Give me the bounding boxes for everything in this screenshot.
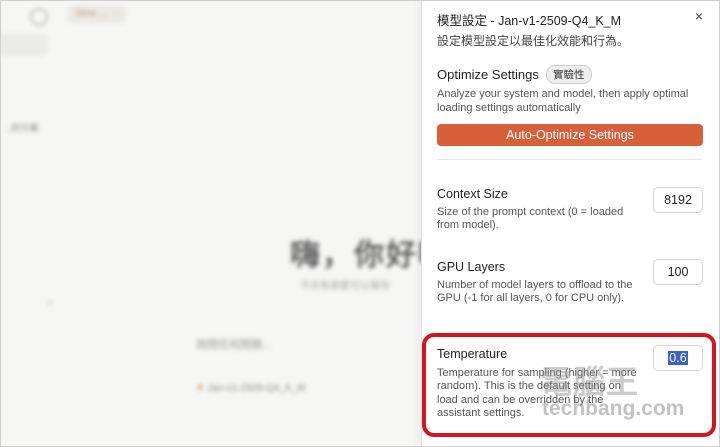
model-settings-panel: 模型設定 - Jan-v1-2509-Q4_K_M × 設定模型設定以最佳化效能… <box>421 0 719 447</box>
temperature-title: Temperature <box>437 347 508 361</box>
gpu-layers-input[interactable]: 100 <box>653 259 703 285</box>
sidebar-toggle-icon[interactable] <box>30 8 48 26</box>
sidebar-item[interactable] <box>0 34 48 56</box>
temperature-value-selected: 0.6 <box>668 351 688 365</box>
context-size-input[interactable]: 8192 <box>653 187 703 213</box>
divider <box>437 159 703 160</box>
close-icon[interactable]: × <box>695 8 703 24</box>
thread-tab[interactable]: New ... <box>68 5 126 23</box>
panel-title: 模型設定 - Jan-v1-2509-Q4_K_M <box>437 14 622 28</box>
auto-optimize-button[interactable]: Auto-Optimize Settings <box>437 124 703 146</box>
optimize-description: Analyze your system and model, then appl… <box>437 88 689 114</box>
greeting-subtitle: 今天有甚麼可以幫你 <box>300 281 390 292</box>
close-icon[interactable]: × <box>47 298 53 309</box>
optimize-title: Optimize Settings <box>437 67 539 82</box>
context-size-description: Size of the prompt context (0 = loaded f… <box>437 206 624 232</box>
chat-input[interactable]: 詢問任何問題... <box>196 336 271 352</box>
sidebar-text: ...的方案 <box>4 123 39 133</box>
panel-subtitle: 設定模型設定以最佳化效能和行為。 <box>437 34 630 48</box>
temperature-description: Temperature for sampling (higher = more … <box>437 367 637 419</box>
app-window: New ... ...的方案 嗨，你好嗎 今天有甚麼可以幫你 × 詢問任何問題.… <box>0 0 720 447</box>
model-selector-label: Jan-v1-2509-Q4_K_M <box>207 383 306 394</box>
model-selector[interactable]: ✦ Jan-v1-2509-Q4_K_M <box>196 383 306 394</box>
model-icon: ✦ <box>196 383 208 394</box>
temperature-input[interactable]: 0.6 <box>653 345 703 371</box>
gpu-layers-description: Number of model layers to offload to the… <box>437 279 633 305</box>
gpu-layers-title: GPU Layers <box>437 260 506 274</box>
experimental-badge: 實驗性 <box>546 65 592 84</box>
context-size-title: Context Size <box>437 187 508 201</box>
